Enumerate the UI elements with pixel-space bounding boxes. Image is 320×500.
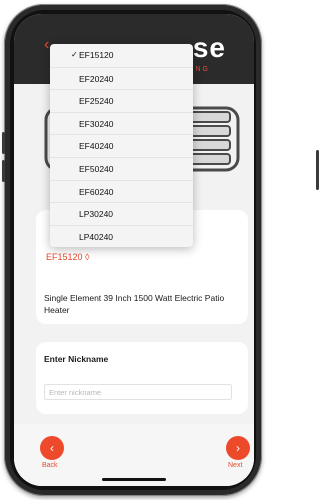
- model-select[interactable]: EF15120 ◊: [46, 252, 89, 262]
- nickname-title: Enter Nickname: [44, 354, 109, 364]
- nickname-card: [36, 342, 248, 414]
- chevron-left-icon: ‹: [50, 441, 54, 455]
- dropdown-option-ef30240[interactable]: EF30240: [50, 111, 193, 135]
- next-button[interactable]: ›: [226, 436, 250, 460]
- volume-button: [2, 132, 5, 154]
- brand-logo: se: [192, 32, 226, 63]
- product-description: Single Element 39 Inch 1500 Watt Electri…: [44, 293, 225, 315]
- power-button: [316, 150, 319, 190]
- dropdown-option-ef60240[interactable]: EF60240: [50, 179, 193, 203]
- brand-tagline: NG: [195, 66, 210, 73]
- back-label: Back: [42, 462, 58, 469]
- model-dropdown: ✓ EF15120 EF20240 EF25240 EF30240 EF4024…: [50, 44, 193, 248]
- dropdown-option-lp40240[interactable]: LP40240: [50, 224, 193, 248]
- nickname-input[interactable]: [44, 384, 232, 400]
- app-screen: ‹ se NG EF15120 ◊ Single Element 39 Inch…: [14, 14, 254, 486]
- dropdown-option-lp30240[interactable]: LP30240: [50, 202, 193, 225]
- volume-button: [2, 160, 5, 182]
- dropdown-option-ef15120[interactable]: ✓ EF15120: [50, 44, 193, 67]
- dropdown-option-ef50240[interactable]: EF50240: [50, 156, 193, 180]
- check-icon: ✓: [71, 50, 78, 59]
- dropdown-option-ef40240[interactable]: EF40240: [50, 134, 193, 157]
- dropdown-option-ef25240[interactable]: EF25240: [50, 89, 193, 112]
- home-indicator: [102, 478, 166, 481]
- dropdown-option-ef20240[interactable]: EF20240: [50, 66, 193, 90]
- next-label: Next: [228, 462, 243, 469]
- chevron-left-icon[interactable]: ‹: [44, 36, 49, 54]
- chevron-right-icon: ›: [236, 441, 240, 455]
- back-button[interactable]: ‹: [40, 436, 64, 460]
